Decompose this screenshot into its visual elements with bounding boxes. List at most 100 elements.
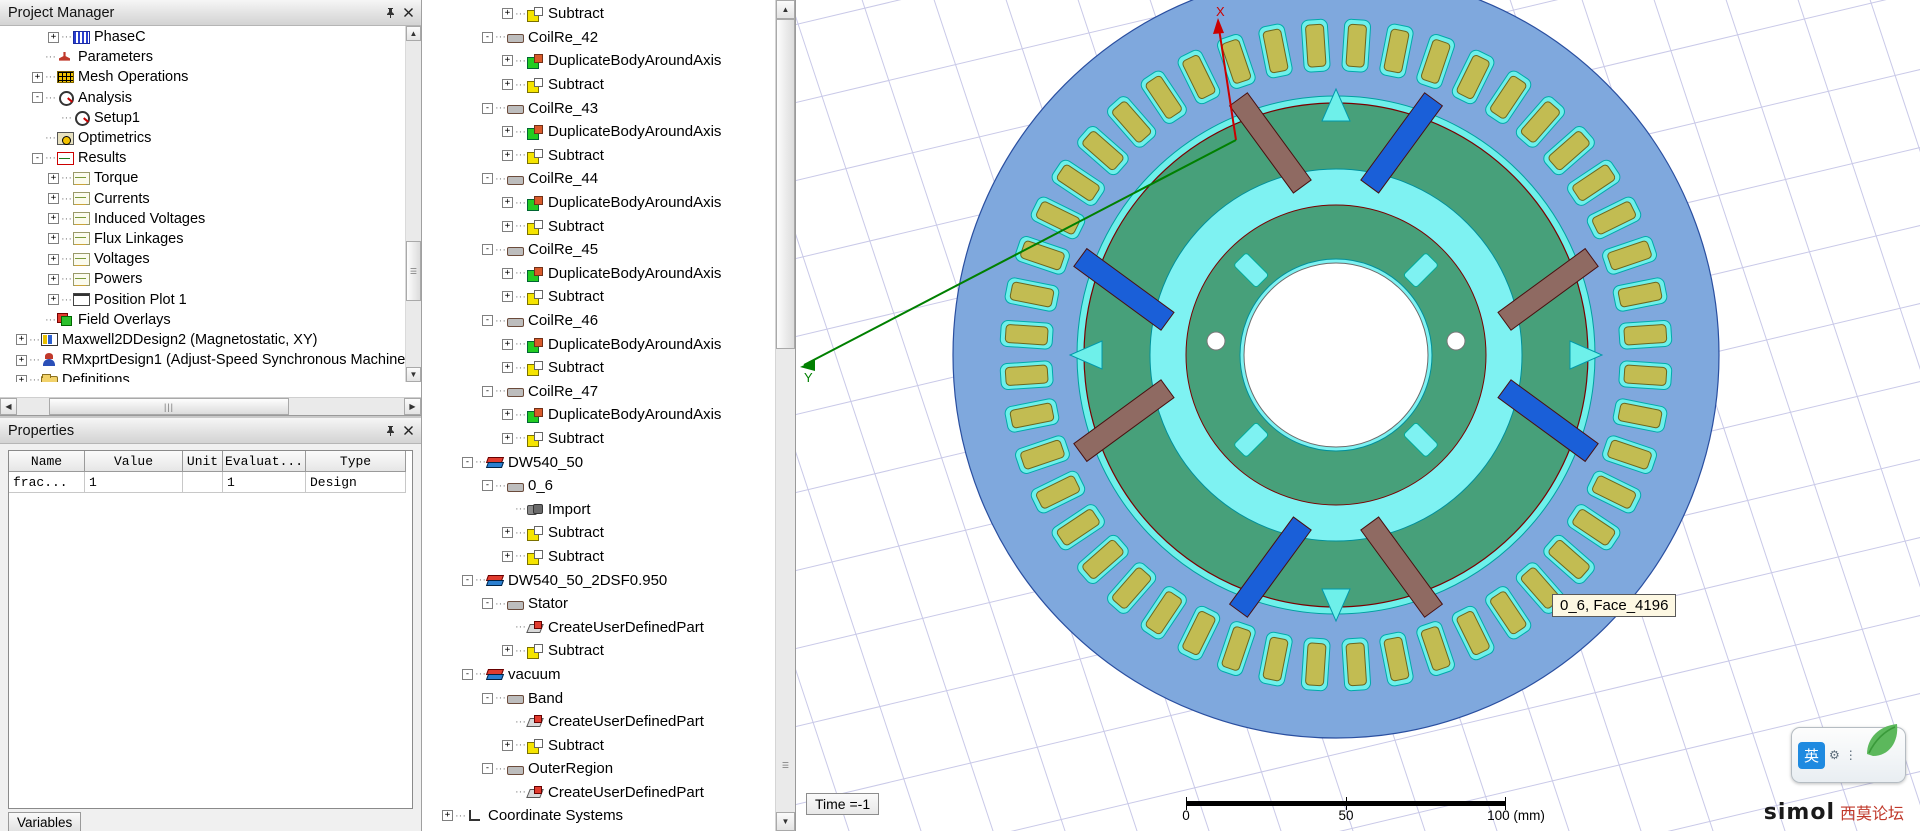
tree-item-coordinate-systems[interactable]: + ··· Coordinate Systems: [422, 804, 775, 828]
3d-viewport[interactable]: X Y Time =-1 0 50 100 (mm) 0_6, Face_419…: [796, 0, 1920, 831]
tree-item-maxwell2ddesign2-magnetostatic-xy[interactable]: + ··· Maxwell2DDesign2 (Magnetostatic, XY): [0, 330, 405, 350]
expand-icon[interactable]: +: [16, 334, 27, 346]
tree-item-mesh-operations[interactable]: + ··· Mesh Operations: [0, 67, 405, 87]
tree-item-subtract[interactable]: + ··· Subtract: [422, 356, 775, 380]
tree-item-optimetrics[interactable]: ··· Optimetrics: [0, 128, 405, 148]
tree-item-induced-voltages[interactable]: + ··· Induced Voltages: [0, 209, 405, 229]
tree-item-createuserdefinedpart[interactable]: ··· CreateUserDefinedPart: [422, 710, 775, 734]
tree-item-torque[interactable]: + ··· Torque: [0, 168, 405, 188]
properties-grid[interactable]: Name Value Unit Evaluat... Type frac... …: [8, 450, 413, 809]
expand-icon[interactable]: +: [502, 362, 513, 374]
expand-icon[interactable]: +: [502, 149, 513, 161]
expand-icon[interactable]: +: [48, 253, 59, 265]
tree-item-import[interactable]: ··· Import: [422, 497, 775, 521]
table-row[interactable]: frac... 1 1 Design: [9, 472, 412, 493]
collapse-icon[interactable]: -: [32, 92, 43, 104]
collapse-icon[interactable]: -: [482, 598, 493, 610]
tree-item-coilre-42[interactable]: - ··· CoilRe_42: [422, 26, 775, 50]
tree-item-duplicatebodyaroundaxis[interactable]: + ··· DuplicateBodyAroundAxis: [422, 191, 775, 215]
scroll-right-icon[interactable]: ▶: [404, 398, 421, 415]
tree-item-results[interactable]: - ··· Results: [0, 148, 405, 168]
expand-icon[interactable]: +: [502, 126, 513, 138]
expand-icon[interactable]: +: [502, 550, 513, 562]
expand-icon[interactable]: +: [502, 739, 513, 751]
collapse-icon[interactable]: -: [482, 102, 493, 114]
tree-item-coilre-45[interactable]: - ··· CoilRe_45: [422, 238, 775, 262]
expand-icon[interactable]: +: [48, 213, 59, 225]
tree-item-rmxprtdesign1-adjust-speed-synchronous-machine[interactable]: + ··· RMxprtDesign1 (Adjust-Speed Synchron…: [0, 350, 405, 370]
expand-icon[interactable]: +: [502, 645, 513, 657]
column-header-type[interactable]: Type: [306, 451, 406, 472]
column-header-unit[interactable]: Unit: [183, 451, 223, 472]
tree-item-setup1[interactable]: ··· Setup1: [0, 108, 405, 128]
expand-icon[interactable]: +: [48, 193, 59, 205]
tree-item-outerregion[interactable]: - ··· OuterRegion: [422, 757, 775, 781]
tree-item-dw540-50[interactable]: - ··· DW540_50: [422, 450, 775, 474]
tree-item-duplicatebodyaroundaxis[interactable]: + ··· DuplicateBodyAroundAxis: [422, 262, 775, 286]
tree-item-subtract[interactable]: + ··· Subtract: [422, 521, 775, 545]
tree-item-dw540-50-2dsf0-950[interactable]: - ··· DW540_50_2DSF0.950: [422, 568, 775, 592]
expand-icon[interactable]: +: [48, 31, 59, 43]
cell-value[interactable]: 1: [85, 472, 183, 493]
expand-icon[interactable]: +: [48, 273, 59, 285]
tree-item-currents[interactable]: + ··· Currents: [0, 189, 405, 209]
expand-icon[interactable]: +: [502, 79, 513, 91]
expand-icon[interactable]: +: [48, 233, 59, 245]
collapse-icon[interactable]: -: [482, 763, 493, 775]
model-vscroll-thumb[interactable]: [776, 19, 795, 349]
collapse-icon[interactable]: -: [482, 480, 493, 492]
pin-icon[interactable]: [381, 4, 399, 22]
tree-item-subtract[interactable]: + ··· Subtract: [422, 2, 775, 26]
tree-item-definitions[interactable]: + ··· Definitions: [0, 370, 405, 382]
tree-item-subtract[interactable]: + ··· Subtract: [422, 427, 775, 451]
expand-icon[interactable]: +: [502, 267, 513, 279]
expand-icon[interactable]: +: [502, 8, 513, 20]
collapse-icon[interactable]: -: [482, 244, 493, 256]
scroll-up-icon[interactable]: ▲: [406, 26, 421, 41]
collapse-icon[interactable]: -: [482, 173, 493, 185]
scroll-down-icon[interactable]: ▼: [406, 367, 421, 382]
tree-item-band[interactable]: - ··· Band: [422, 686, 775, 710]
expand-icon[interactable]: +: [502, 527, 513, 539]
tab-variables[interactable]: Variables: [8, 812, 82, 831]
project-tree-vscrollbar[interactable]: ▲ ☰ ▼: [405, 26, 421, 382]
column-header-evaluated[interactable]: Evaluat...: [223, 451, 306, 472]
tree-item-powers[interactable]: + ··· Powers: [0, 269, 405, 289]
ime-icon-row[interactable]: ⚙ ⋮: [1829, 748, 1857, 762]
collapse-icon[interactable]: -: [32, 152, 43, 164]
tree-item-phasec[interactable]: + ··· PhaseC: [0, 27, 405, 47]
collapse-icon[interactable]: -: [482, 385, 493, 397]
tree-item-duplicatebodyaroundaxis[interactable]: + ··· DuplicateBodyAroundAxis: [422, 49, 775, 73]
expand-icon[interactable]: +: [502, 409, 513, 421]
tree-item-createuserdefinedpart[interactable]: ··· CreateUserDefinedPart: [422, 615, 775, 639]
project-tree[interactable]: + ··· PhaseC ··· Parameters + ··· Mesh Operatio…: [0, 26, 405, 382]
collapse-icon[interactable]: -: [482, 31, 493, 43]
pin-icon[interactable]: [381, 422, 399, 440]
cell-evaluated[interactable]: 1: [223, 472, 306, 493]
cell-unit[interactable]: [183, 472, 223, 493]
ime-language-badge[interactable]: 英: [1798, 741, 1825, 769]
close-icon[interactable]: [399, 4, 417, 22]
tree-item-parameters[interactable]: ··· Parameters: [0, 47, 405, 67]
ime-language-widget[interactable]: 英 ⚙ ⋮: [1791, 724, 1906, 783]
collapse-icon[interactable]: -: [462, 456, 473, 468]
expand-icon[interactable]: +: [16, 374, 27, 382]
tree-item-voltages[interactable]: + ··· Voltages: [0, 249, 405, 269]
tree-item-coilre-47[interactable]: - ··· CoilRe_47: [422, 380, 775, 404]
model-vscroll-thumb-lower[interactable]: ☰: [776, 737, 795, 793]
expand-icon[interactable]: +: [502, 432, 513, 444]
project-vscroll-thumb[interactable]: ☰: [406, 241, 421, 301]
tree-item-createuserdefinedpart[interactable]: ··· CreateUserDefinedPart: [422, 781, 775, 805]
expand-icon[interactable]: +: [32, 71, 43, 83]
tree-item-duplicatebodyaroundaxis[interactable]: + ··· DuplicateBodyAroundAxis: [422, 332, 775, 356]
scroll-left-icon[interactable]: ◀: [0, 398, 17, 415]
scroll-up-icon[interactable]: ▲: [776, 0, 795, 19]
model-tree[interactable]: + ··· Subtract - ··· CoilRe_42 + ··· DuplicateBo…: [422, 0, 775, 831]
expand-icon[interactable]: +: [502, 291, 513, 303]
collapse-icon[interactable]: -: [482, 315, 493, 327]
project-tree-hscrollbar[interactable]: ◀ ||| ▶: [0, 397, 421, 415]
tree-item-vacuum[interactable]: - ··· vacuum: [422, 663, 775, 687]
expand-icon[interactable]: +: [442, 810, 453, 822]
column-header-value[interactable]: Value: [85, 451, 183, 472]
expand-icon[interactable]: +: [502, 220, 513, 232]
